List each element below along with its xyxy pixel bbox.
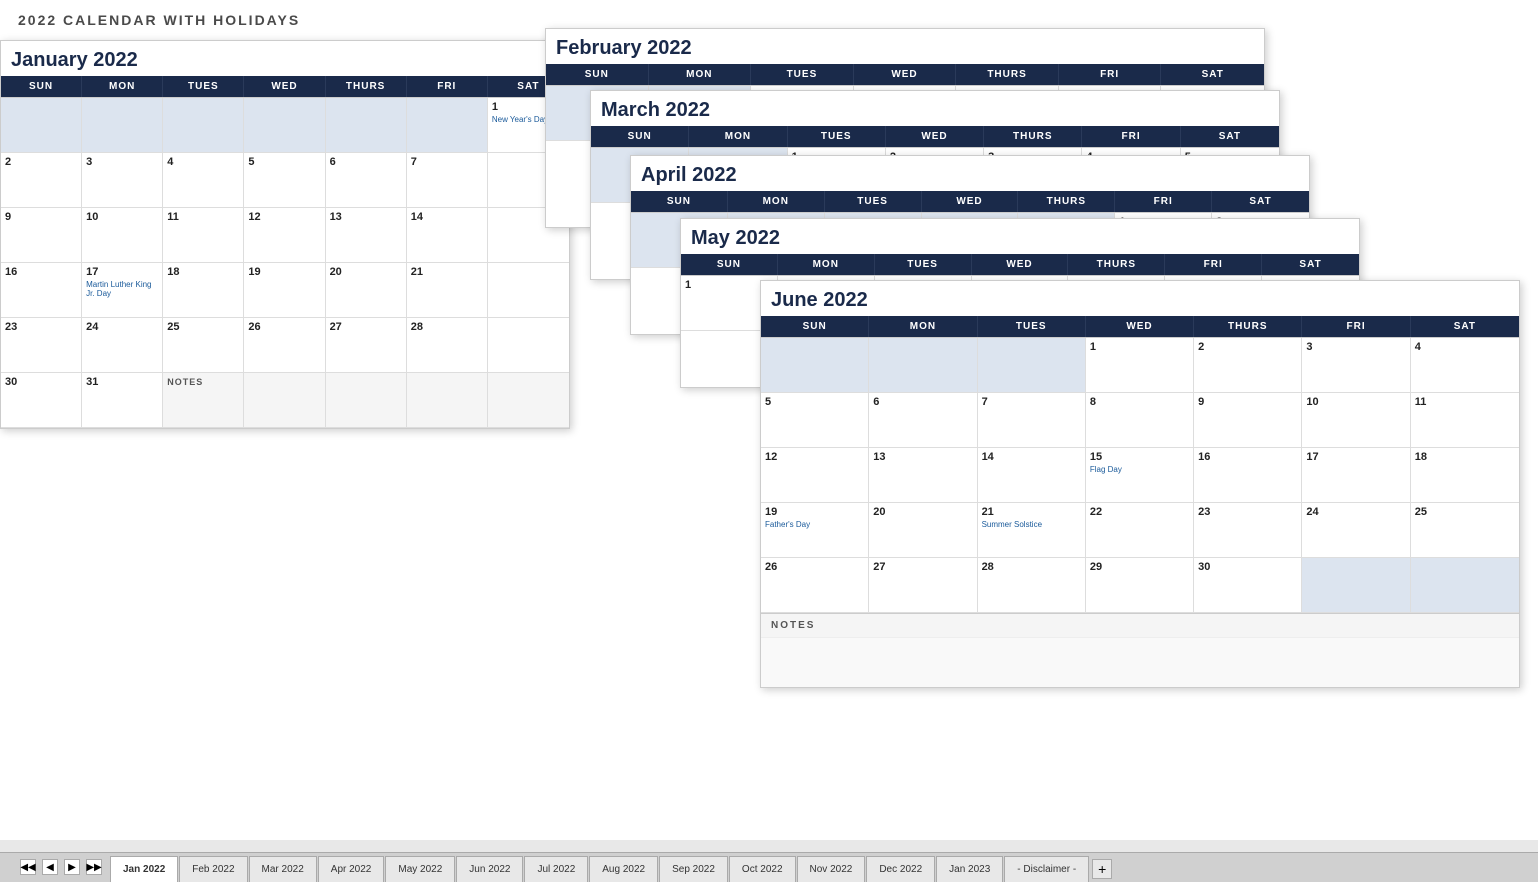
tab-nov-2022[interactable]: Nov 2022 bbox=[797, 856, 866, 882]
january-grid: 1New Year's Day 2 3 4 5 6 7 9 10 11 12 1… bbox=[1, 97, 569, 428]
april-header: SUN MON TUES WED THURS FRI SAT bbox=[631, 191, 1309, 212]
february-title: February 2022 bbox=[546, 29, 1264, 64]
january-header: SUN MON TUES WED THURS FRI SAT bbox=[1, 76, 569, 97]
tab-mar-2022[interactable]: Mar 2022 bbox=[249, 856, 317, 882]
february-header: SUN MON TUES WED THURS FRI SAT bbox=[546, 64, 1264, 85]
tab-apr-2022[interactable]: Apr 2022 bbox=[318, 856, 385, 882]
tab-jan-2022[interactable]: Jan 2022 bbox=[110, 856, 178, 882]
june-calendar: June 2022 SUN MON TUES WED THURS FRI SAT… bbox=[760, 280, 1520, 688]
tab-feb-2022[interactable]: Feb 2022 bbox=[179, 856, 247, 882]
january-calendar: January 2022 SUN MON TUES WED THURS FRI … bbox=[0, 40, 570, 429]
march-title: March 2022 bbox=[591, 91, 1279, 126]
may-title: May 2022 bbox=[681, 219, 1359, 254]
tab-disclaimer[interactable]: - Disclaimer - bbox=[1004, 856, 1089, 882]
tab-jul-2022[interactable]: Jul 2022 bbox=[524, 856, 588, 882]
june-header: SUN MON TUES WED THURS FRI SAT bbox=[761, 316, 1519, 337]
may-header: SUN MON TUES WED THURS FRI SAT bbox=[681, 254, 1359, 275]
tab-sep-2022[interactable]: Sep 2022 bbox=[659, 856, 728, 882]
tab-jun-2022[interactable]: Jun 2022 bbox=[456, 856, 523, 882]
june-grid: 1 2 3 4 5 6 7 8 9 10 11 12 13 14 15Flag … bbox=[761, 337, 1519, 613]
tab-aug-2022[interactable]: Aug 2022 bbox=[589, 856, 658, 882]
tab-oct-2022[interactable]: Oct 2022 bbox=[729, 856, 796, 882]
june-title: June 2022 bbox=[761, 281, 1519, 316]
tab-add-button[interactable]: + bbox=[1092, 859, 1112, 879]
january-title: January 2022 bbox=[1, 41, 569, 76]
tab-nav-last[interactable]: ▶▶ bbox=[86, 859, 102, 875]
tab-nav-prev[interactable]: ◀ bbox=[42, 859, 58, 875]
june-notes: NOTES bbox=[761, 613, 1519, 637]
tab-bar: ◀◀ ◀ ▶ ▶▶ Jan 2022 Feb 2022 Mar 2022 Apr… bbox=[0, 852, 1538, 882]
tab-jan-2023[interactable]: Jan 2023 bbox=[936, 856, 1003, 882]
tab-nav-first[interactable]: ◀◀ bbox=[20, 859, 36, 875]
tab-nav-next[interactable]: ▶ bbox=[64, 859, 80, 875]
tab-dec-2022[interactable]: Dec 2022 bbox=[866, 856, 935, 882]
tab-may-2022[interactable]: May 2022 bbox=[385, 856, 455, 882]
page-title: 2022 CALENDAR WITH HOLIDAYS bbox=[18, 12, 300, 28]
april-title: April 2022 bbox=[631, 156, 1309, 191]
spreadsheet-area: 2022 CALENDAR WITH HOLIDAYS January 2022… bbox=[0, 0, 1538, 840]
march-header: SUN MON TUES WED THURS FRI SAT bbox=[591, 126, 1279, 147]
